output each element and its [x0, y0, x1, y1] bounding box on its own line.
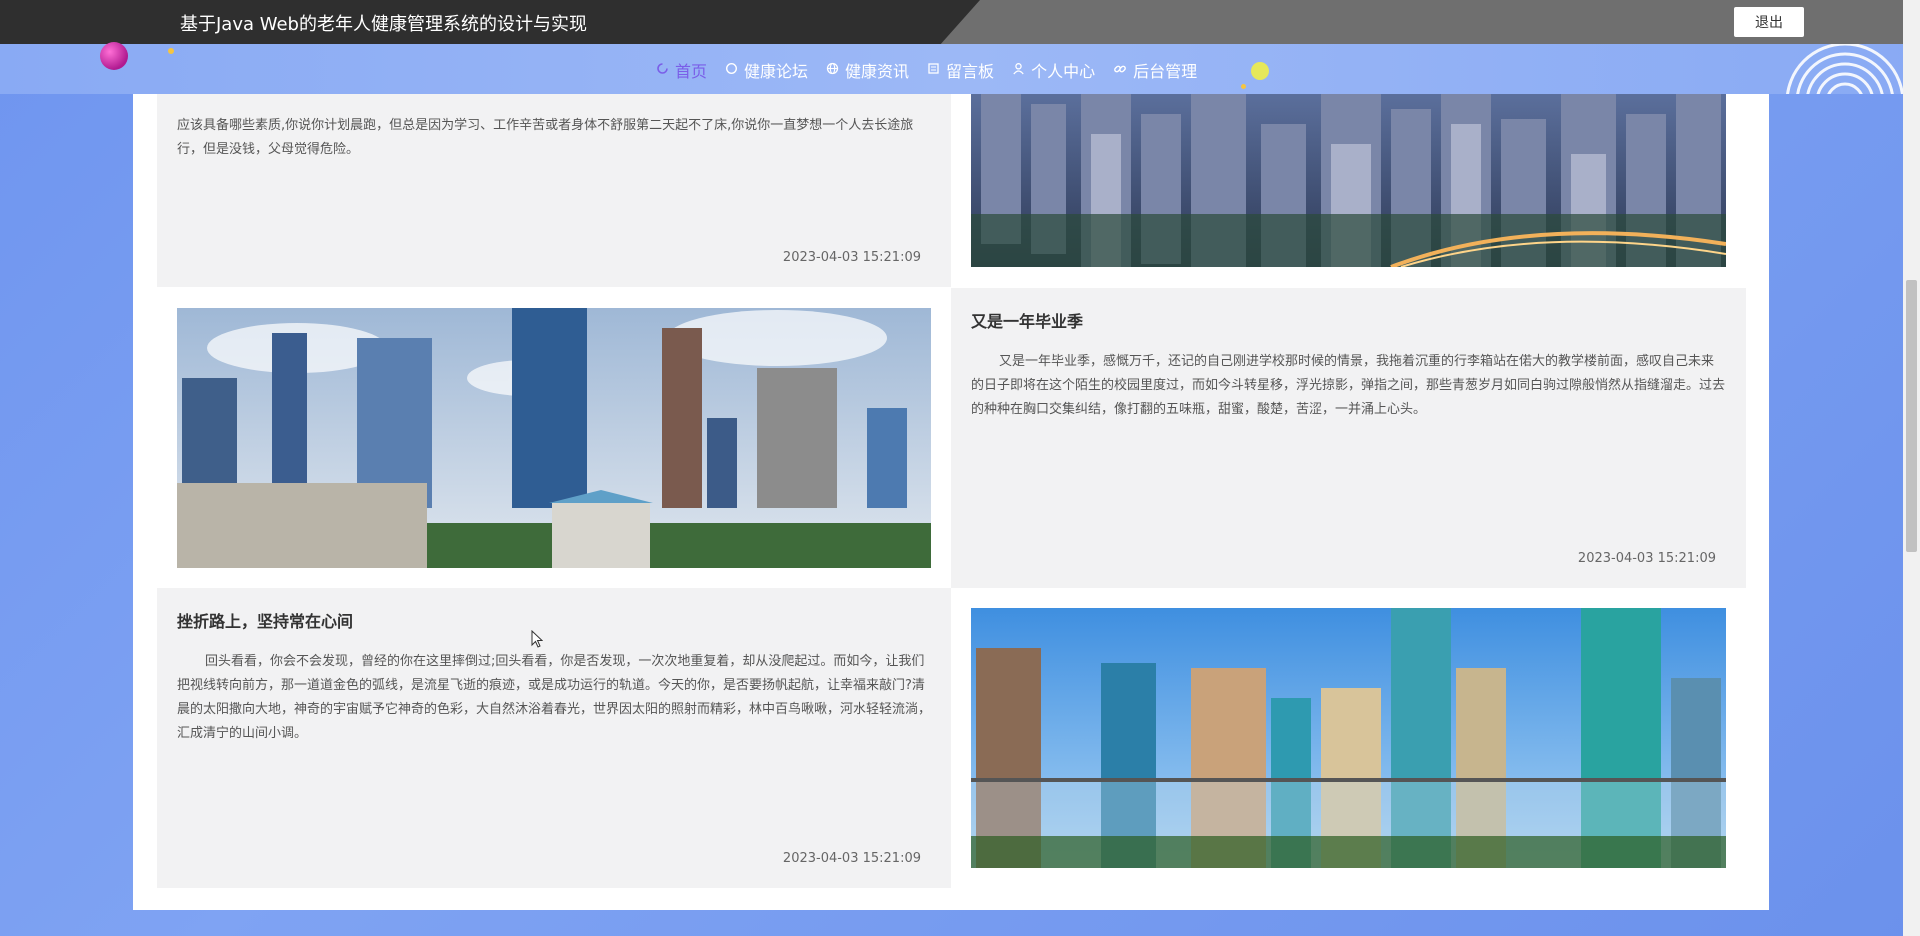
- city-day-skyline-image[interactable]: [177, 308, 931, 568]
- decorative-dot: [168, 48, 174, 54]
- user-icon: [1012, 62, 1025, 78]
- globe-icon: [826, 62, 839, 78]
- nav-item-profile[interactable]: 个人中心: [1012, 58, 1095, 82]
- nav-item-news[interactable]: 健康资讯: [826, 58, 909, 82]
- content-panel: 应该具备哪些素质,你说你计划晨跑，但总是因为学习、工作辛苦或者身体不舒服第二天起…: [133, 94, 1769, 910]
- nav-item-admin[interactable]: 后台管理: [1113, 58, 1197, 82]
- top-bar: 基于Java Web的老年人健康管理系统的设计与实现 退出: [0, 0, 1920, 44]
- decorative-small-dot: [1241, 84, 1246, 89]
- article-date: 2023-04-03 15:21:09: [782, 851, 921, 866]
- city-night-skyline-image[interactable]: [971, 94, 1726, 267]
- article-card[interactable]: 挫折路上，坚持常在心间 回头看看，你会不会发现，曾经的你在这里摔倒过;回头看看，…: [157, 588, 951, 888]
- article-title: 挫折路上，坚持常在心间: [177, 612, 354, 631]
- article-card[interactable]: 又是一年毕业季 又是一年毕业季，感慨万千，还记的自己刚进学校那时候的情景，我拖着…: [951, 288, 1746, 588]
- decorative-ball: [100, 42, 128, 70]
- article-date: 2023-04-03 15:21:09: [782, 250, 921, 265]
- nav-label-profile: 个人中心: [1031, 62, 1096, 81]
- nav-label-news: 健康资讯: [845, 62, 910, 81]
- nav-label-forum: 健康论坛: [744, 62, 809, 81]
- article-body: 又是一年毕业季，感慨万千，还记的自己刚进学校那时候的情景，我拖着沉重的行李箱站在…: [971, 354, 1726, 417]
- article-body: 应该具备哪些素质,你说你计划晨跑，但总是因为学习、工作辛苦或者身体不舒服第二天起…: [177, 118, 914, 157]
- main-nav: 首页 健康论坛 健康资讯 留言板 个人中心 后台管理: [656, 58, 1197, 82]
- nav-bar: 首页 健康论坛 健康资讯 留言板 个人中心 后台管理: [0, 44, 1920, 94]
- logout-button[interactable]: 退出: [1734, 7, 1804, 37]
- home-icon: [656, 62, 669, 78]
- nav-item-home[interactable]: 首页: [656, 58, 707, 82]
- nav-label-admin: 后台管理: [1133, 62, 1198, 81]
- nav-item-forum[interactable]: 健康论坛: [725, 58, 808, 82]
- link-icon: [1113, 62, 1127, 79]
- chat-icon: [725, 62, 738, 78]
- decorative-rings: [1770, 44, 1910, 94]
- mouse-cursor-icon: [531, 629, 544, 652]
- nav-item-messages[interactable]: 留言板: [927, 58, 994, 82]
- article-body: 回头看看，你会不会发现，曾经的你在这里摔倒过;回头看看，你是否发现，一次次地重复…: [177, 654, 932, 741]
- site-title: 基于Java Web的老年人健康管理系统的设计与实现: [180, 14, 587, 35]
- message-icon: [927, 62, 940, 78]
- nav-label-messages: 留言板: [946, 62, 995, 81]
- article-date: 2023-04-03 15:21:09: [1577, 551, 1716, 566]
- glass-towers-image[interactable]: [971, 608, 1726, 868]
- nav-label-home: 首页: [675, 62, 708, 81]
- decorative-yellow-dot: [1251, 62, 1269, 80]
- article-card[interactable]: 应该具备哪些素质,你说你计划晨跑，但总是因为学习、工作辛苦或者身体不舒服第二天起…: [157, 94, 951, 287]
- article-title: 又是一年毕业季: [971, 312, 1084, 331]
- scrollbar-thumb[interactable]: [1906, 280, 1917, 552]
